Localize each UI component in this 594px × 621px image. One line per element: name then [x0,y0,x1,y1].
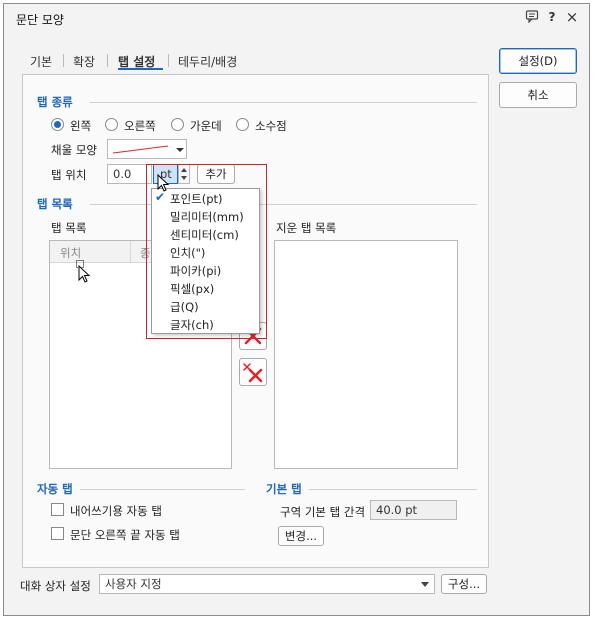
default-tab-spacing-label: 구역 기본 탭 간격 [280,505,366,519]
tab-type-title: 탭 종류 [37,95,73,109]
dialog-settings-select[interactable]: 사용자 지정 [99,574,435,594]
tab-separator [168,54,169,67]
column-type[interactable]: 종 [140,245,151,261]
radio-center-label: 가운데 [190,119,222,133]
unit-menu-item-inch[interactable]: 인치(") [170,245,205,261]
dialog-settings-label: 대화 상자 설정 [20,579,91,593]
dialog-settings-value: 사용자 지정 [105,577,162,591]
add-tab-button[interactable]: 추가 [197,164,235,184]
position-spinner[interactable] [178,164,190,184]
unit-menu-item-px[interactable]: 픽셀(px) [170,281,214,297]
resize-cursor-icon [76,260,91,283]
hanging-indent-auto-tab-checkbox[interactable] [51,503,64,516]
radio-left[interactable] [51,118,64,131]
column-position[interactable]: 위치 [60,245,81,261]
paragraph-shape-dialog: 문단 모양 ? × 기본 확장 탭 설정 테두리/배경 설정(D) 취소 탭 종… [3,3,590,616]
question-icon[interactable]: ? [544,9,560,25]
active-tab-indicator [118,68,163,70]
radio-right[interactable] [105,118,118,131]
tab-basic[interactable]: 기본 [30,53,52,70]
fill-style-select[interactable] [107,139,187,159]
mouse-cursor-icon [157,174,170,192]
title-bar: 문단 모양 ? × [4,4,589,32]
change-button[interactable]: 변경... [278,526,324,546]
group-divider [90,204,477,205]
group-divider [309,489,477,490]
right-end-auto-tab-label: 문단 오른쪽 끝 자동 탭 [70,528,180,542]
column-divider [130,241,131,263]
radio-left-label: 왼쪽 [70,119,92,133]
tab-extended[interactable]: 확장 [73,53,95,70]
group-divider [80,489,245,490]
right-end-auto-tab-checkbox[interactable] [51,527,64,540]
tab-separator [63,54,64,67]
default-tab-title: 기본 탭 [266,482,302,496]
fill-style-label: 채울 모양 [51,143,97,157]
tab-position-input[interactable]: 0.0 [107,164,152,184]
unit-menu-item-q[interactable]: 급(Q) [170,299,199,315]
close-icon[interactable]: × [564,9,580,25]
unit-menu: ✔ 포인트(pt) 밀리미터(mm) 센티미터(cm) 인치(") 파이카(pi… [151,188,260,334]
radio-decimal-label: 소수점 [255,119,287,133]
radio-right-label: 오른쪽 [124,119,156,133]
configure-button[interactable]: 구성... [441,574,487,594]
deleted-tab-list-label: 지운 탭 목록 [276,221,337,235]
chevron-down-icon [421,582,429,587]
hanging-indent-auto-tab-label: 내어쓰기용 자동 탭 [70,504,162,518]
tab-separator [107,54,108,67]
radio-center[interactable] [171,118,184,131]
unit-menu-item-mm[interactable]: 밀리미터(mm) [170,209,244,225]
tab-border-background[interactable]: 테두리/배경 [178,53,237,70]
default-tab-spacing-value: 40.0 pt [370,500,457,520]
delete-all-tabs-button[interactable] [239,358,267,386]
unit-menu-item-pi[interactable]: 파이카(pi) [170,263,221,279]
deleted-tab-list-box[interactable] [274,240,458,469]
group-divider [90,102,477,103]
dialog-help-icon[interactable] [524,9,540,25]
tab-list-title: 탭 목록 [37,197,73,211]
unit-menu-item-ch[interactable]: 글자(ch) [170,317,214,333]
window-title: 문단 모양 [16,13,64,27]
unit-menu-item-cm[interactable]: 센티미터(cm) [170,227,239,243]
auto-tab-title: 자동 탭 [37,482,73,496]
unit-menu-item-pt[interactable]: 포인트(pt) [170,191,223,207]
radio-decimal[interactable] [236,118,249,131]
tab-position-label: 탭 위치 [51,168,87,182]
ok-button[interactable]: 설정(D) [499,48,577,74]
cancel-button[interactable]: 취소 [499,82,577,108]
tab-list-label: 탭 목록 [51,221,87,235]
